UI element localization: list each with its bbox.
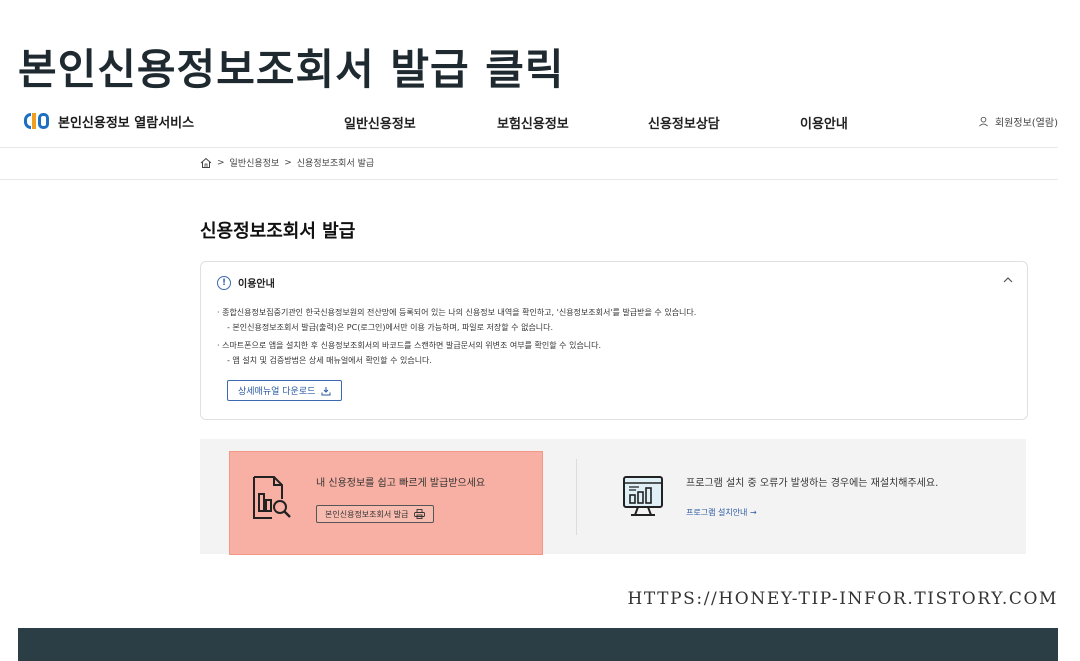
info-line: · 스마트폰으로 앱을 설치한 후 신용정보조회서의 바코드를 스캔하면 발급문…	[217, 341, 602, 350]
monitor-chart-icon	[623, 476, 663, 516]
breadcrumb-divider	[0, 179, 1058, 180]
info-heading-label: 이용안내	[238, 279, 275, 290]
info-line: · 종합신용정보집중기관인 한국신용정보원의 전산망에 등록되어 있는 나의 신…	[217, 308, 697, 317]
header-divider	[0, 147, 1058, 148]
member-info-label: 회원정보(열람)	[994, 118, 1058, 129]
document-search-icon	[253, 476, 291, 519]
install-guide-link[interactable]: 프로그램 설치안내 →	[686, 507, 757, 518]
issue-credit-report-button[interactable]: 본인신용정보조회서 발급	[316, 505, 434, 523]
nav-insurance-credit[interactable]: 보험신용정보	[497, 113, 569, 132]
breadcrumb: > 일반신용정보 > 신용정보조회서 발급	[200, 156, 374, 169]
breadcrumb-separator: >	[217, 157, 225, 168]
overlay-title: 본인신용정보조회서 발급 클릭	[18, 45, 565, 94]
cis-logo-icon	[24, 111, 50, 131]
nav-usage-guide[interactable]: 이용안내	[800, 113, 848, 132]
member-info-link[interactable]: 회원정보(열람)	[978, 114, 1058, 129]
info-heading[interactable]: ! 이용안내	[217, 275, 275, 290]
info-line: - 앱 설치 및 검증방법은 상세 매뉴얼에서 확인할 수 있습니다.	[227, 356, 432, 365]
printer-icon	[413, 509, 425, 519]
site-logo[interactable]: 본인신용정보 열람서비스	[24, 111, 194, 131]
nav-general-credit[interactable]: 일반신용정보	[344, 113, 416, 132]
issue-credit-report-label: 본인신용정보조회서 발급	[325, 509, 409, 519]
info-circle-icon: !	[217, 275, 231, 290]
manual-download-label: 상세매뉴얼 다운로드	[238, 387, 316, 397]
manual-download-button[interactable]: 상세매뉴얼 다운로드	[227, 380, 343, 401]
logo-text: 본인신용정보 열람서비스	[58, 115, 195, 131]
chevron-up-icon[interactable]	[1003, 274, 1013, 287]
page-title: 신용정보조회서 발급	[200, 221, 356, 242]
info-line: - 본인신용정보조회서 발급(출력)은 PC(로그인)에서만 이용 가능하며, …	[227, 323, 554, 332]
issue-card-text: 내 신용정보를 쉽고 빠르게 발급받으세요	[316, 478, 486, 489]
home-icon[interactable]	[200, 157, 212, 169]
breadcrumb-separator: >	[284, 157, 292, 168]
download-icon	[321, 386, 331, 395]
breadcrumb-current: 신용정보조회서 발급	[296, 159, 375, 169]
watermark-url: HTTPS://HONEY-TIP-INFOR.TISTORY.COM	[627, 589, 1058, 609]
nav-credit-consult[interactable]: 신용정보상담	[648, 113, 720, 132]
install-card-text: 프로그램 설치 중 오류가 발생하는 경우에는 재설치해주세요.	[686, 478, 939, 489]
cards-divider	[576, 459, 577, 535]
footer-band	[18, 628, 1058, 661]
breadcrumb-item[interactable]: 일반신용정보	[230, 156, 280, 169]
info-panel: ! 이용안내 · 종합신용정보집중기관인 한국신용정보원의 전산망에 등록되어 …	[200, 261, 1028, 420]
user-icon	[979, 116, 988, 127]
